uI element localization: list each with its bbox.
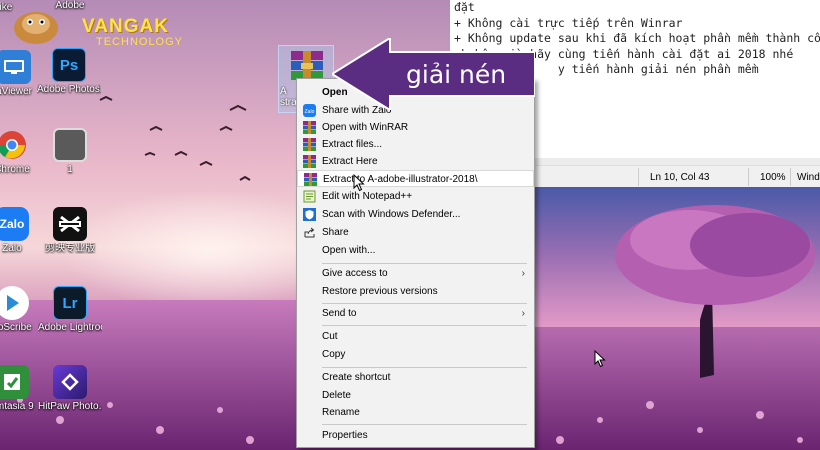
folder-icon <box>53 128 87 162</box>
share-icon <box>304 227 315 238</box>
chrome-icon <box>0 128 29 162</box>
lightroom-icon: Lr <box>53 286 87 320</box>
menu-item-extract-here[interactable]: Extract Here <box>297 153 534 170</box>
menu-item-cut[interactable]: Cut <box>297 328 534 345</box>
menu-item-create-shortcut[interactable]: Create shortcut <box>297 369 534 386</box>
menu-separator <box>322 303 527 304</box>
hitpaw-desktop-icon[interactable]: HitPaw Photo... <box>38 365 102 412</box>
winrar-icon <box>303 138 316 151</box>
notepad-status-bar: Ln 10, Col 43 100% Windo <box>535 165 820 187</box>
brand-logo-text: VANGAK <box>82 16 169 37</box>
callout-label: giải nén <box>406 60 507 89</box>
menu-separator <box>322 263 527 264</box>
notepadpp-icon <box>303 190 316 203</box>
menu-item-properties[interactable]: Properties <box>297 427 534 444</box>
chevron-right-icon: › <box>521 308 525 319</box>
menu-item-extract-to-folder[interactable]: Extract to A-adobe-illustrator-2018\ <box>297 170 534 187</box>
winrar-icon <box>303 121 316 134</box>
mouse-cursor-icon <box>353 174 365 192</box>
lightroom-desktop-icon[interactable]: Lr Adobe Lightroo... <box>38 286 102 333</box>
scribe-icon <box>0 286 29 320</box>
svg-text:Zalo: Zalo <box>305 109 315 115</box>
menu-item-open-with[interactable]: Open with... <box>297 242 534 259</box>
status-zoom: 100% <box>760 172 786 183</box>
menu-item-restore-previous-versions[interactable]: Restore previous versions <box>297 283 534 300</box>
winrar-icon <box>303 155 316 168</box>
photoshop-desktop-icon[interactable]: Ps Adobe Photosho... <box>37 48 101 95</box>
camtasia-icon <box>0 365 29 399</box>
menu-item-open-with-winrar[interactable]: Open with WinRAR <box>297 119 534 136</box>
notepad-line: + Không cài trực tiếp trên Winrar <box>454 15 683 30</box>
menu-item-copy[interactable]: Copy <box>297 346 534 363</box>
capcut-desktop-icon[interactable]: 剪映专业版 <box>38 207 102 254</box>
menu-item-share[interactable]: Share <box>297 224 534 241</box>
menu-separator <box>322 325 527 326</box>
zalo-icon: Zalo <box>0 207 29 241</box>
menu-item-rename[interactable]: Rename <box>297 404 534 421</box>
menu-item-edit-with-notepadpp[interactable]: Edit with Notepad++ <box>297 188 534 205</box>
context-menu: Open Zalo Share with Zalo Open with WinR… <box>296 78 535 448</box>
menu-item-delete[interactable]: Delete <box>297 387 534 404</box>
photoshop-icon: Ps <box>52 48 86 82</box>
status-line-ending: Windo <box>797 172 820 183</box>
menu-item-scan-with-defender[interactable]: Scan with Windows Defender... <box>297 206 534 223</box>
zalo-icon: Zalo <box>303 104 316 117</box>
mouse-cursor-icon <box>594 350 606 368</box>
brand-logo-sub: TECHNOLOGY <box>96 36 184 48</box>
menu-item-give-access-to[interactable]: Give access to › <box>297 265 534 282</box>
menu-separator <box>322 424 527 425</box>
hitpaw-icon <box>53 365 87 399</box>
capcut-icon <box>53 207 87 241</box>
teamviewer-icon <box>0 50 31 84</box>
adobe-top-desktop-icon[interactable]: Adobe <box>38 0 102 11</box>
winrar-icon <box>304 173 317 186</box>
defender-icon <box>303 208 316 221</box>
folder-desktop-icon[interactable]: 1 <box>38 128 102 175</box>
notepad-scroll-area <box>535 158 820 165</box>
menu-item-send-to[interactable]: Send to › <box>297 305 534 322</box>
status-position: Ln 10, Col 43 <box>650 172 710 183</box>
menu-item-extract-files[interactable]: Extract files... <box>297 136 534 153</box>
top-left-label: nike <box>0 2 13 13</box>
chevron-right-icon: › <box>521 268 525 279</box>
notepad-line: đặt <box>454 0 475 14</box>
menu-separator <box>322 367 527 368</box>
